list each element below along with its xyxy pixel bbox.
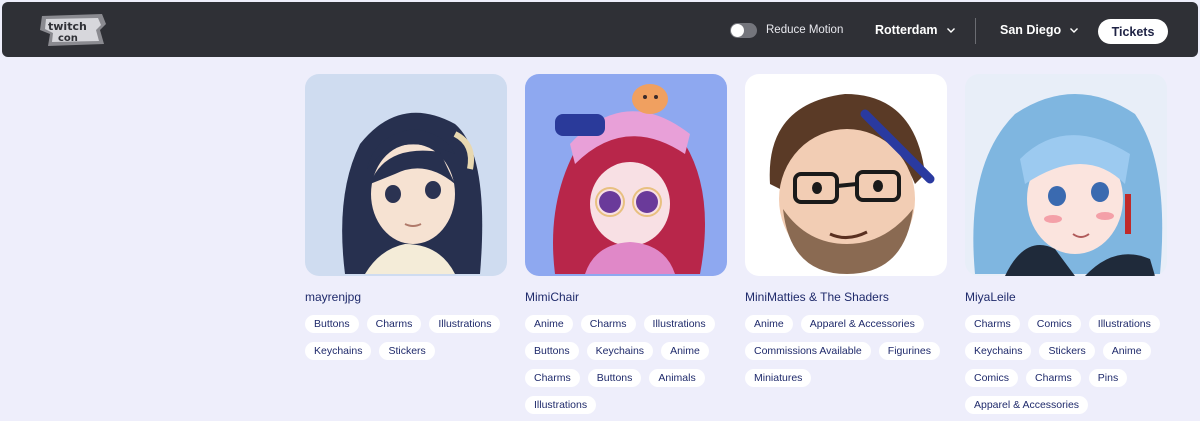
tag-pill[interactable]: Apparel & Accessories [800, 315, 924, 333]
tag-pill[interactable]: Commissions Available [745, 342, 871, 360]
tag-pill[interactable]: Illustrations [1088, 315, 1160, 333]
svg-text:con: con [58, 33, 78, 44]
reduce-motion-label: Reduce Motion [766, 24, 844, 36]
chevron-down-icon [1070, 28, 1079, 33]
creator-name[interactable]: MimiChair [525, 290, 727, 304]
tag-pill[interactable]: Illustrations [429, 315, 501, 333]
city-label: Rotterdam [875, 23, 938, 37]
city-dropdown-san-diego[interactable]: San Diego [1000, 20, 1079, 40]
tag-pill[interactable]: Keychains [965, 342, 1032, 360]
tag-pill[interactable]: Charms [965, 315, 1020, 333]
tag-pill[interactable]: Comics [965, 369, 1019, 387]
tag-pill[interactable]: Animals [649, 369, 705, 387]
tag-list: Anime Charms Illustrations Buttons Keych… [525, 315, 740, 414]
nav-divider [975, 18, 976, 44]
tag-pill[interactable]: Charms [366, 315, 422, 333]
creator-card[interactable]: MimiChair Anime Charms Illustrations But… [525, 74, 727, 414]
svg-text:twitch: twitch [48, 20, 87, 33]
city-label: San Diego [1000, 23, 1062, 37]
creator-name[interactable]: mayrenjpg [305, 290, 507, 304]
tag-pill[interactable]: Illustrations [643, 315, 715, 333]
tag-pill[interactable]: Buttons [305, 315, 359, 333]
tag-pill[interactable]: Stickers [379, 342, 435, 360]
tag-pill[interactable]: Stickers [1039, 342, 1095, 360]
reduce-motion-toggle[interactable]: Reduce Motion [730, 20, 843, 40]
creator-avatar[interactable] [745, 74, 947, 276]
tag-pill[interactable]: Anime [745, 315, 793, 333]
creator-avatar[interactable] [305, 74, 507, 276]
tag-pill[interactable]: Charms [1026, 369, 1081, 387]
creator-card[interactable]: MiniMatties & The Shaders Anime Apparel … [745, 74, 947, 387]
tag-pill[interactable]: Anime [661, 342, 709, 360]
creator-card[interactable]: mayrenjpg Buttons Charms Illustrations K… [305, 74, 507, 360]
tag-list: Charms Comics Illustrations Keychains St… [965, 315, 1180, 414]
creator-name[interactable]: MiyaLeile [965, 290, 1167, 304]
tag-pill[interactable]: Comics [1027, 315, 1081, 333]
tag-pill[interactable]: Illustrations [525, 396, 597, 414]
tag-pill[interactable]: Buttons [525, 342, 579, 360]
creator-avatar[interactable] [525, 74, 727, 276]
tag-pill[interactable]: Figurines [878, 342, 940, 360]
tag-list: Anime Apparel & Accessories Commissions … [745, 315, 960, 387]
toggle-switch[interactable] [730, 22, 757, 38]
tag-pill[interactable]: Keychains [305, 342, 372, 360]
city-dropdown-rotterdam[interactable]: Rotterdam [875, 20, 956, 40]
creator-name[interactable]: MiniMatties & The Shaders [745, 290, 947, 304]
tag-pill[interactable]: Anime [525, 315, 573, 333]
chevron-down-icon [946, 28, 955, 33]
tag-pill[interactable]: Charms [580, 315, 636, 333]
tag-pill[interactable]: Miniatures [745, 369, 812, 387]
twitchcon-logo[interactable]: twitch con [38, 10, 110, 50]
tag-pill[interactable]: Anime [1102, 342, 1151, 360]
tag-pill[interactable]: Charms [525, 369, 580, 387]
tag-pill[interactable]: Pins [1088, 369, 1128, 387]
tag-pill[interactable]: Keychains [586, 342, 654, 360]
tickets-button[interactable]: Tickets [1098, 19, 1168, 44]
tag-list: Buttons Charms Illustrations Keychains S… [305, 315, 520, 360]
creator-avatar[interactable] [965, 74, 1167, 276]
creator-card[interactable]: MiyaLeile Charms Comics Illustrations Ke… [965, 74, 1167, 414]
top-navbar: twitch con Reduce Motion Rotterdam San D… [2, 2, 1198, 57]
tag-pill[interactable]: Apparel & Accessories [965, 396, 1089, 414]
tag-pill[interactable]: Buttons [587, 369, 642, 387]
